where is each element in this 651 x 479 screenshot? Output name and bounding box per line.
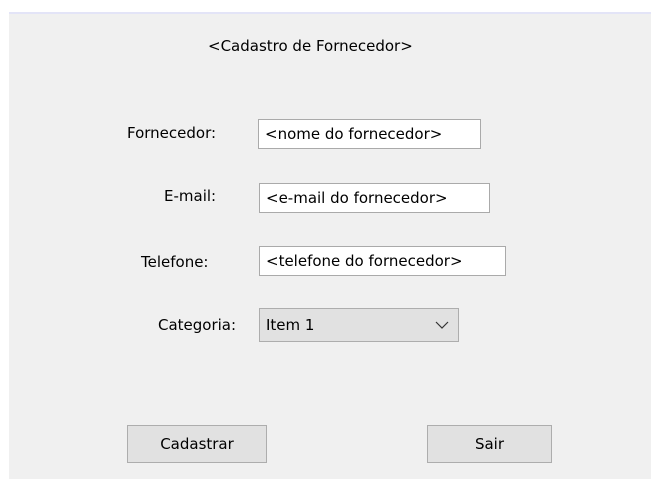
chevron-down-icon[interactable]	[434, 317, 450, 333]
fornecedor-field[interactable]: <nome do fornecedor>	[258, 119, 481, 149]
telefone-label: Telefone:	[141, 253, 209, 271]
window: <Cadastro de Fornecedor> Fornecedor: <no…	[0, 0, 651, 479]
fornecedor-label: Fornecedor:	[127, 124, 217, 142]
email-label: E-mail:	[164, 187, 217, 205]
categoria-label: Categoria:	[158, 316, 237, 334]
categoria-select[interactable]: Item 1	[259, 308, 459, 342]
categoria-selected-value: Item 1	[266, 316, 315, 334]
email-field[interactable]: <e-mail do fornecedor>	[259, 183, 490, 213]
form-title: <Cadastro de Fornecedor>	[208, 37, 413, 55]
sair-button[interactable]: Sair	[427, 425, 552, 463]
telefone-field[interactable]: <telefone do fornecedor>	[259, 246, 506, 276]
cadastrar-button[interactable]: Cadastrar	[127, 425, 267, 463]
